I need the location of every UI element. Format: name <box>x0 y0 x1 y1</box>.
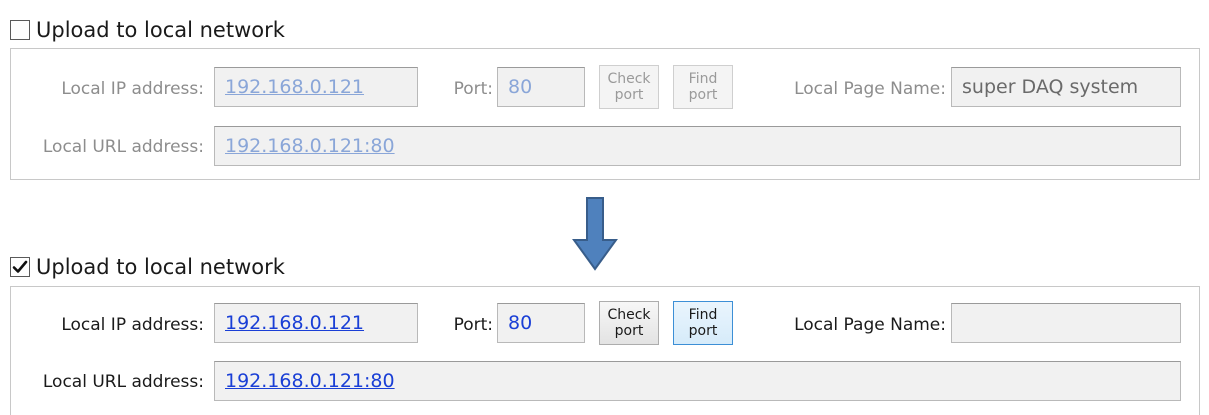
top-url-field[interactable]: 192.168.0.121:80 <box>214 126 1181 166</box>
top-check-port-button[interactable]: Check port <box>599 65 659 109</box>
bottom-find-port-button[interactable]: Find port <box>673 301 733 345</box>
bottom-port-label: Port: <box>453 315 493 335</box>
top-port-field[interactable]: 80 <box>497 67 585 107</box>
bottom-upload-checkbox[interactable] <box>10 257 30 277</box>
bottom-upload-checkbox-label: Upload to local network <box>36 255 285 279</box>
bottom-url-label: Local URL address: <box>42 372 204 392</box>
check-mark-icon <box>12 260 28 273</box>
bottom-find-port-line2: port <box>688 323 718 339</box>
top-check-port-line2: port <box>614 87 644 103</box>
top-ip-field[interactable]: 192.168.0.121 <box>214 67 418 107</box>
top-ip-label: Local IP address: <box>61 79 204 99</box>
bottom-ip-field[interactable]: 192.168.0.121 <box>214 303 418 343</box>
top-upload-checkbox[interactable] <box>10 20 30 40</box>
bottom-url-link[interactable]: 192.168.0.121:80 <box>225 370 395 392</box>
bottom-ip-link[interactable]: 192.168.0.121 <box>225 312 364 334</box>
bottom-upload-checkbox-row[interactable]: Upload to local network <box>10 255 285 279</box>
bottom-page-name-field[interactable] <box>951 303 1181 343</box>
top-page-name-field[interactable]: super DAQ system <box>951 67 1181 107</box>
top-url-label: Local URL address: <box>42 137 204 157</box>
top-find-port-line1: Find <box>688 71 718 87</box>
bottom-check-port-line1: Check <box>607 307 651 323</box>
bottom-network-group: Local IP address: 192.168.0.121 Port: 80… <box>10 286 1200 415</box>
top-page-name-value: super DAQ system <box>962 76 1139 98</box>
top-upload-checkbox-label: Upload to local network <box>36 18 285 42</box>
top-url-link[interactable]: 192.168.0.121:80 <box>225 135 395 157</box>
bottom-port-field[interactable]: 80 <box>497 303 585 343</box>
bottom-url-field[interactable]: 192.168.0.121:80 <box>214 361 1181 401</box>
bottom-ip-label: Local IP address: <box>61 315 204 335</box>
arrow-down-icon <box>572 197 618 271</box>
top-check-port-line1: Check <box>607 71 651 87</box>
bottom-page-name-label: Local Page Name: <box>794 315 946 335</box>
bottom-port-value: 80 <box>508 312 533 334</box>
top-network-group: Local IP address: 192.168.0.121 Port: 80… <box>10 48 1200 180</box>
top-find-port-line2: port <box>688 87 718 103</box>
top-ip-link[interactable]: 192.168.0.121 <box>225 76 364 98</box>
top-find-port-button[interactable]: Find port <box>673 65 733 109</box>
top-port-label: Port: <box>453 79 493 99</box>
bottom-check-port-button[interactable]: Check port <box>599 301 659 345</box>
top-port-value: 80 <box>508 76 533 98</box>
bottom-check-port-line2: port <box>614 323 644 339</box>
top-upload-checkbox-row[interactable]: Upload to local network <box>10 18 285 42</box>
bottom-find-port-line1: Find <box>688 307 718 323</box>
top-page-name-label: Local Page Name: <box>794 79 946 99</box>
